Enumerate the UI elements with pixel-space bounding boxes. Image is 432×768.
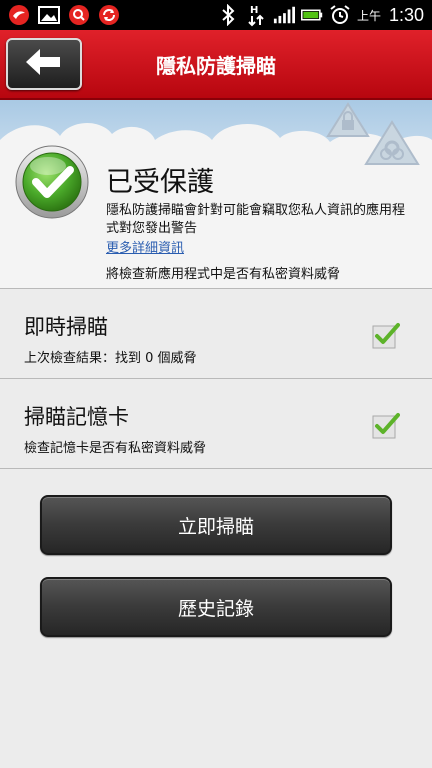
- protected-check-icon: [14, 144, 90, 220]
- option-subtitle: 上次檢查結果：找到 0 個威脅: [24, 351, 197, 366]
- svg-text:H: H: [250, 5, 258, 16]
- protection-status-panel: 已受保護 隱私防護掃瞄會針對可能會竊取您私人資訊的應用程式對您發出警告 更多詳細…: [0, 100, 432, 288]
- status-description: 隱私防護掃瞄會針對可能會竊取您私人資訊的應用程式對您發出警告: [106, 203, 406, 236]
- option-title: 掃瞄記憶卡: [24, 405, 129, 429]
- alarm-icon: [329, 4, 351, 26]
- realtime-scan-checkbox[interactable]: [372, 321, 400, 349]
- data-transfer-icon: H: [245, 4, 267, 27]
- history-button[interactable]: 歷史記錄: [40, 577, 392, 637]
- status-bar: H 上午 1:30: [0, 0, 432, 30]
- search-icon: [68, 4, 90, 26]
- scan-now-button[interactable]: 立即掃瞄: [40, 495, 392, 555]
- option-subtitle: 檢查記憶卡是否有私密資料威脅: [24, 441, 207, 456]
- status-title: 已受保護: [106, 167, 214, 198]
- sync-icon: [98, 4, 120, 26]
- title-bar: 隱私防護掃瞄: [0, 30, 432, 100]
- status-ampm: 上午: [356, 8, 381, 23]
- scan-sdcard-option[interactable]: 掃瞄記憶卡 檢查記憶卡是否有私密資料威脅: [0, 379, 432, 469]
- realtime-scan-option[interactable]: 即時掃瞄 上次檢查結果：找到 0 個威脅: [0, 289, 432, 379]
- more-details-link[interactable]: 更多詳細資訊: [106, 237, 184, 256]
- page-title: 隱私防護掃瞄: [156, 53, 276, 78]
- biohazard-triangle-icon: [364, 120, 420, 170]
- back-arrow-icon: [24, 47, 64, 81]
- check-new-apps-text: 將檢查新應用程式中是否有私密資料威脅: [106, 267, 341, 282]
- trend-micro-icon: [8, 4, 30, 26]
- back-button[interactable]: [6, 38, 82, 90]
- battery-icon: [300, 4, 323, 26]
- signal-icon: [273, 4, 295, 26]
- option-title: 即時掃瞄: [24, 315, 108, 339]
- image-icon: [38, 4, 60, 26]
- status-time: 1:30: [388, 4, 424, 25]
- divider: [0, 468, 432, 469]
- bluetooth-icon: [217, 4, 239, 26]
- scan-sdcard-checkbox[interactable]: [372, 411, 400, 439]
